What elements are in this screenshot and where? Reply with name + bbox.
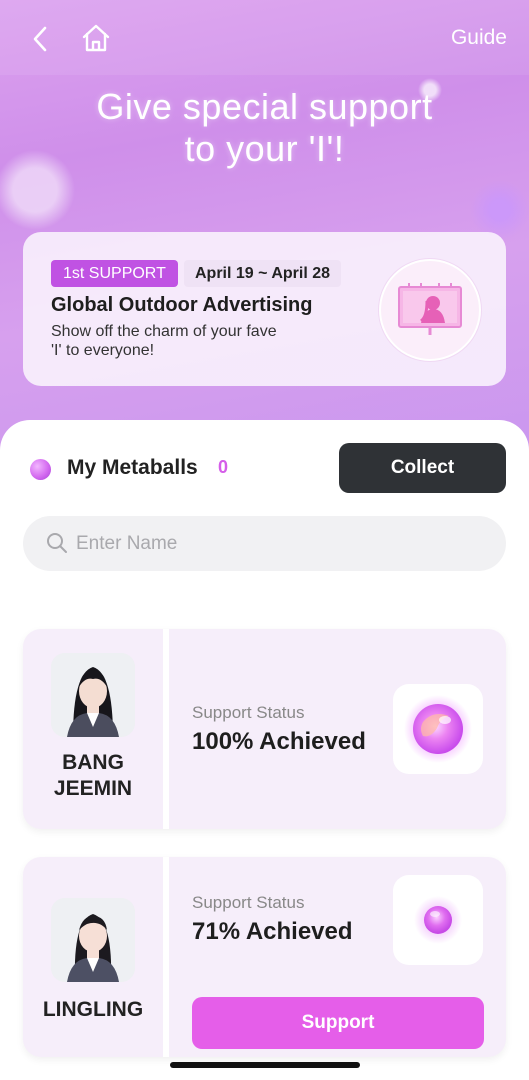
member-name-line-2: JEEMIN bbox=[53, 777, 133, 800]
member-name-line-1: BANG bbox=[62, 751, 124, 774]
back-button[interactable] bbox=[28, 24, 54, 54]
guide-link[interactable]: Guide bbox=[451, 26, 507, 50]
orb-icon bbox=[414, 896, 462, 944]
orb-tile bbox=[393, 684, 483, 774]
support-button[interactable]: Support bbox=[192, 997, 484, 1049]
home-icon bbox=[82, 24, 110, 52]
member-name: BANG JEEMIN bbox=[23, 750, 163, 802]
search-input[interactable] bbox=[74, 524, 478, 564]
metaball-icon bbox=[30, 459, 51, 480]
support-status-label: Support Status bbox=[192, 703, 305, 722]
member-portrait bbox=[51, 653, 135, 737]
home-button[interactable] bbox=[80, 22, 112, 54]
search-bar[interactable] bbox=[23, 516, 506, 571]
billboard-icon bbox=[379, 259, 481, 361]
member-portrait bbox=[51, 898, 135, 982]
headline-line-2: to your 'I'! bbox=[184, 128, 345, 169]
support-round-badge: 1st SUPPORT bbox=[51, 260, 178, 287]
my-metaballs-label: My Metaballs bbox=[67, 456, 198, 479]
event-dates: April 19 ~ April 28 bbox=[184, 260, 342, 287]
collect-button[interactable]: Collect bbox=[339, 443, 506, 493]
event-card[interactable]: 1st SUPPORT April 19 ~ April 28 Global O… bbox=[23, 232, 506, 386]
member-name: LINGLING bbox=[42, 998, 144, 1021]
home-indicator bbox=[170, 1062, 360, 1068]
member-card-lingling[interactable]: LINGLING Support Status 71% Achieved Sup… bbox=[23, 857, 506, 1057]
page-headline: Give special support to your 'I'! bbox=[0, 86, 529, 170]
top-bar: Guide bbox=[0, 0, 529, 75]
search-icon bbox=[47, 533, 67, 553]
metaballs-count: 0 bbox=[218, 457, 229, 477]
card-divider bbox=[163, 629, 169, 829]
support-status-value: 100% Achieved bbox=[192, 728, 366, 755]
support-status-label: Support Status bbox=[192, 893, 305, 912]
support-status-value: 71% Achieved bbox=[192, 918, 353, 945]
event-title: Global Outdoor Advertising bbox=[51, 294, 313, 316]
orb-tile bbox=[393, 875, 483, 965]
back-icon bbox=[33, 26, 47, 52]
member-card-bang-jeemin[interactable]: BANG JEEMIN Support Status 100% Achieved bbox=[23, 629, 506, 829]
card-divider bbox=[163, 857, 169, 1057]
orb-icon bbox=[404, 695, 472, 763]
event-description: Show off the charm of your fave 'I' to e… bbox=[51, 323, 277, 359]
headline-line-1: Give special support bbox=[96, 86, 433, 127]
